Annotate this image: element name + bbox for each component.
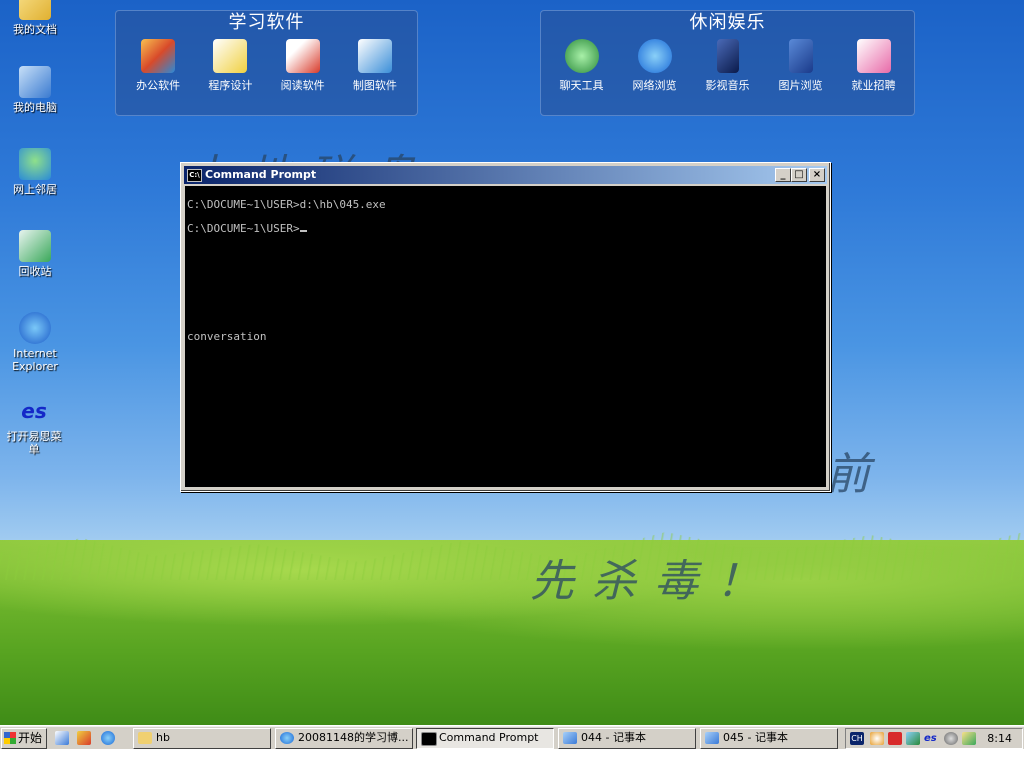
task-button-command-prompt[interactable]: Command Prompt (416, 728, 554, 749)
desktop-icon-label-line2: Explorer (12, 360, 58, 373)
panel-item-drawing[interactable]: 制图软件 (341, 37, 409, 93)
notepad-icon (705, 732, 719, 744)
task-label: 045 - 记事本 (723, 731, 788, 744)
task-button-blog[interactable]: 20081148的学习博... (275, 728, 413, 749)
windows-logo-icon (4, 732, 16, 744)
desktop-icon-label: 我的文档 (13, 23, 57, 36)
desktop-icon-label-line2: 单 (28, 443, 40, 456)
task-button-notepad-045[interactable]: 045 - 记事本 (700, 728, 838, 749)
panel-title: 休闲娱乐 (689, 12, 766, 33)
panel-item-label: 办公软件 (136, 79, 181, 92)
task-label: Command Prompt (439, 731, 539, 744)
panel-item-label: 制图软件 (352, 79, 397, 92)
my-computer-icon (19, 66, 51, 98)
jobs-icon (856, 39, 891, 73)
panel-title: 学习软件 (228, 12, 305, 33)
system-tray: CH es 8:14 (845, 728, 1023, 749)
panel-item-label: 程序设计 (208, 79, 253, 92)
cmd-icon (421, 732, 437, 746)
start-label: 开始 (18, 731, 43, 745)
desktop-icon-recycle-bin[interactable]: 回收站 (0, 230, 70, 278)
quicklaunch-app-icon[interactable] (77, 731, 91, 745)
web-browser-icon (637, 39, 672, 73)
volume-icon[interactable] (962, 732, 976, 745)
clock[interactable]: 8:14 (987, 729, 1012, 748)
close-button[interactable]: × (809, 168, 825, 182)
desktop-icon-label: 我的电脑 (13, 101, 57, 114)
task-label: 20081148的学习博... (298, 731, 409, 744)
panel-item-office[interactable]: 办公软件 (124, 37, 192, 93)
panel-item-browser[interactable]: 网络浏览 (621, 37, 689, 93)
panel-item-reader[interactable]: 阅读软件 (269, 37, 337, 93)
cmd-icon: C:\ (187, 169, 202, 182)
folder-icon (138, 732, 152, 744)
panel-item-media[interactable]: 影视音乐 (694, 37, 762, 93)
programming-icon (213, 39, 248, 73)
wallpaper-text-bottom: 先杀毒！ (530, 556, 778, 607)
desktop-icon-internet-explorer[interactable]: Internet Explorer (0, 312, 70, 373)
es-tray-icon[interactable]: es (924, 732, 942, 745)
text-cursor (299, 230, 307, 232)
panel-item-label: 阅读软件 (280, 79, 325, 92)
desktop-icon-label: 回收站 (18, 265, 52, 278)
cmd-prompt-line: C:\DOCUME~1\USER> (187, 222, 307, 235)
task-button-hb[interactable]: hb (133, 728, 271, 749)
internet-explorer-icon (19, 312, 51, 344)
panel-item-label: 聊天工具 (559, 79, 604, 92)
cmd-console[interactable]: C:\DOCUME~1\USER>d:\hb\045.exe C:\DOCUME… (185, 186, 826, 487)
my-documents-icon (19, 0, 51, 20)
qq-icon[interactable] (870, 732, 884, 745)
cmd-line: conversation (187, 330, 267, 343)
desktop-icon-label: 网上邻居 (13, 183, 57, 196)
notepad-icon (563, 732, 577, 744)
maximize-button[interactable]: □ (791, 168, 807, 182)
panel-item-label: 影视音乐 (705, 79, 750, 92)
es-menu-icon: es (21, 399, 47, 423)
ime-indicator-icon[interactable]: CH (850, 732, 864, 745)
cmd-title: Command Prompt (205, 168, 317, 181)
recycle-bin-icon (19, 230, 51, 262)
panel-item-programming[interactable]: 程序设计 (196, 37, 264, 93)
internet-explorer-icon[interactable] (101, 731, 115, 745)
cmd-title-bar[interactable]: C:\ Command Prompt _ □ × (184, 166, 827, 184)
picture-viewer-icon (788, 39, 813, 73)
task-label: 044 - 记事本 (581, 731, 646, 744)
pdf-reader-icon (285, 39, 320, 73)
panel-item-jobs[interactable]: 就业招聘 (840, 37, 908, 93)
media-music-icon (716, 39, 739, 73)
screen-bottom-margin (0, 749, 1024, 768)
internet-explorer-icon (280, 732, 294, 744)
drawing-software-icon (357, 39, 392, 73)
desktop-icon-network-places[interactable]: 网上邻居 (0, 148, 70, 196)
taskbar: 开始 hb 20081148的学习博... Command Prompt 044… (0, 725, 1024, 749)
task-label: hb (156, 731, 170, 744)
desktop-icon-label-line1: 打开易思菜 (6, 430, 62, 443)
network-places-icon (19, 148, 51, 180)
panel-item-pictures[interactable]: 图片浏览 (767, 37, 835, 93)
cmd-line: C:\DOCUME~1\USER>d:\hb\045.exe (187, 198, 386, 211)
cmd-window[interactable]: C:\ Command Prompt _ □ × C:\DOCUME~1\USE… (180, 162, 831, 492)
panel-item-label: 网络浏览 (632, 79, 677, 92)
panel-item-chat[interactable]: 聊天工具 (548, 37, 616, 93)
network-icon[interactable] (906, 732, 920, 745)
desktop-icon-my-documents[interactable]: 我的文档 (0, 0, 70, 36)
wallpaper-text-side: 前 (826, 449, 888, 500)
desktop-icon-es-menu[interactable]: es 打开易思菜 单 (0, 400, 72, 456)
settings-tray-icon[interactable] (944, 732, 958, 745)
panel-item-label: 图片浏览 (778, 79, 823, 92)
antivirus-icon[interactable] (888, 732, 902, 745)
minimize-button[interactable]: _ (775, 168, 791, 182)
panel-study-software: 学习软件 办公软件 程序设计 阅读软件 制图软件 (115, 10, 418, 116)
start-button[interactable]: 开始 (1, 728, 47, 749)
cmd-prompt: C:\DOCUME~1\USER> (187, 222, 300, 235)
desktop-icon-label-line1: Internet (13, 347, 57, 360)
panel-leisure: 休闲娱乐 聊天工具 网络浏览 影视音乐 图片浏览 就业招聘 (540, 10, 915, 116)
desktop-icon-my-computer[interactable]: 我的电脑 (0, 66, 70, 114)
task-button-notepad-044[interactable]: 044 - 记事本 (558, 728, 696, 749)
show-desktop-icon[interactable] (55, 731, 69, 745)
chat-tools-icon (564, 39, 599, 73)
panel-item-label: 就业招聘 (851, 79, 896, 92)
office-software-icon (141, 39, 176, 73)
